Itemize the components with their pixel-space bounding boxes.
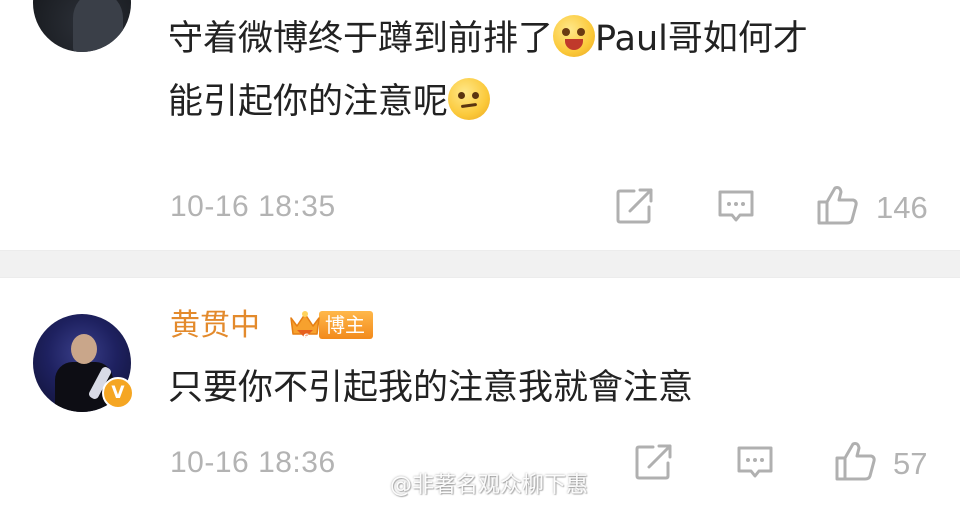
comment-thread: 守着微博终于蹲到前排了 Paul哥如何才 能引起你的注意呢 10-16 18:35…	[0, 0, 960, 507]
blogger-badge-label: 博主	[319, 311, 373, 339]
flower-eyes-emoji-icon	[553, 15, 596, 57]
comment-divider	[0, 250, 960, 278]
avatar-figure	[73, 0, 123, 52]
avatar-head	[71, 334, 97, 364]
weibo-logo-icon	[353, 474, 384, 495]
like-count: 57	[893, 446, 928, 481]
watermark-text: @非著名观众柳下惠	[390, 473, 589, 498]
commenter-avatar[interactable]	[33, 0, 131, 52]
comment-meta-row: 10-16 18:35 146	[0, 180, 960, 230]
comment-text-line1: 守着微博终于蹲到前排了 Paul哥如何才	[168, 8, 808, 70]
like-icon[interactable]	[815, 184, 859, 226]
thinking-emoji-icon	[448, 78, 491, 120]
comment-text-part1: 守着微博终于蹲到前排了	[168, 19, 554, 59]
comment-icon[interactable]	[716, 188, 756, 226]
reply-timestamp: 10-16 18:36	[170, 446, 336, 479]
blogger-badge: 6 博主	[287, 307, 373, 343]
share-icon[interactable]	[633, 442, 675, 482]
comment-text-part2: Paul哥如何才	[595, 19, 808, 59]
watermark: @非著名观众柳下惠	[352, 467, 588, 499]
comment-text-line2: 能引起你的注意呢	[168, 71, 491, 133]
crown-icon: 6	[290, 311, 320, 342]
comment-text-part3: 能引起你的注意呢	[168, 82, 449, 122]
like-icon[interactable]	[833, 440, 877, 482]
comment-timestamp: 10-16 18:35	[170, 190, 336, 223]
reply-text: 只要你不引起我的注意我就會注意	[168, 368, 694, 408]
like-count: 146	[876, 190, 928, 225]
comment-icon[interactable]	[735, 444, 775, 482]
username[interactable]: 黄贯中	[170, 306, 260, 346]
svg-text:6: 6	[303, 333, 309, 342]
share-icon[interactable]	[614, 186, 656, 226]
verified-badge: V	[102, 377, 134, 409]
